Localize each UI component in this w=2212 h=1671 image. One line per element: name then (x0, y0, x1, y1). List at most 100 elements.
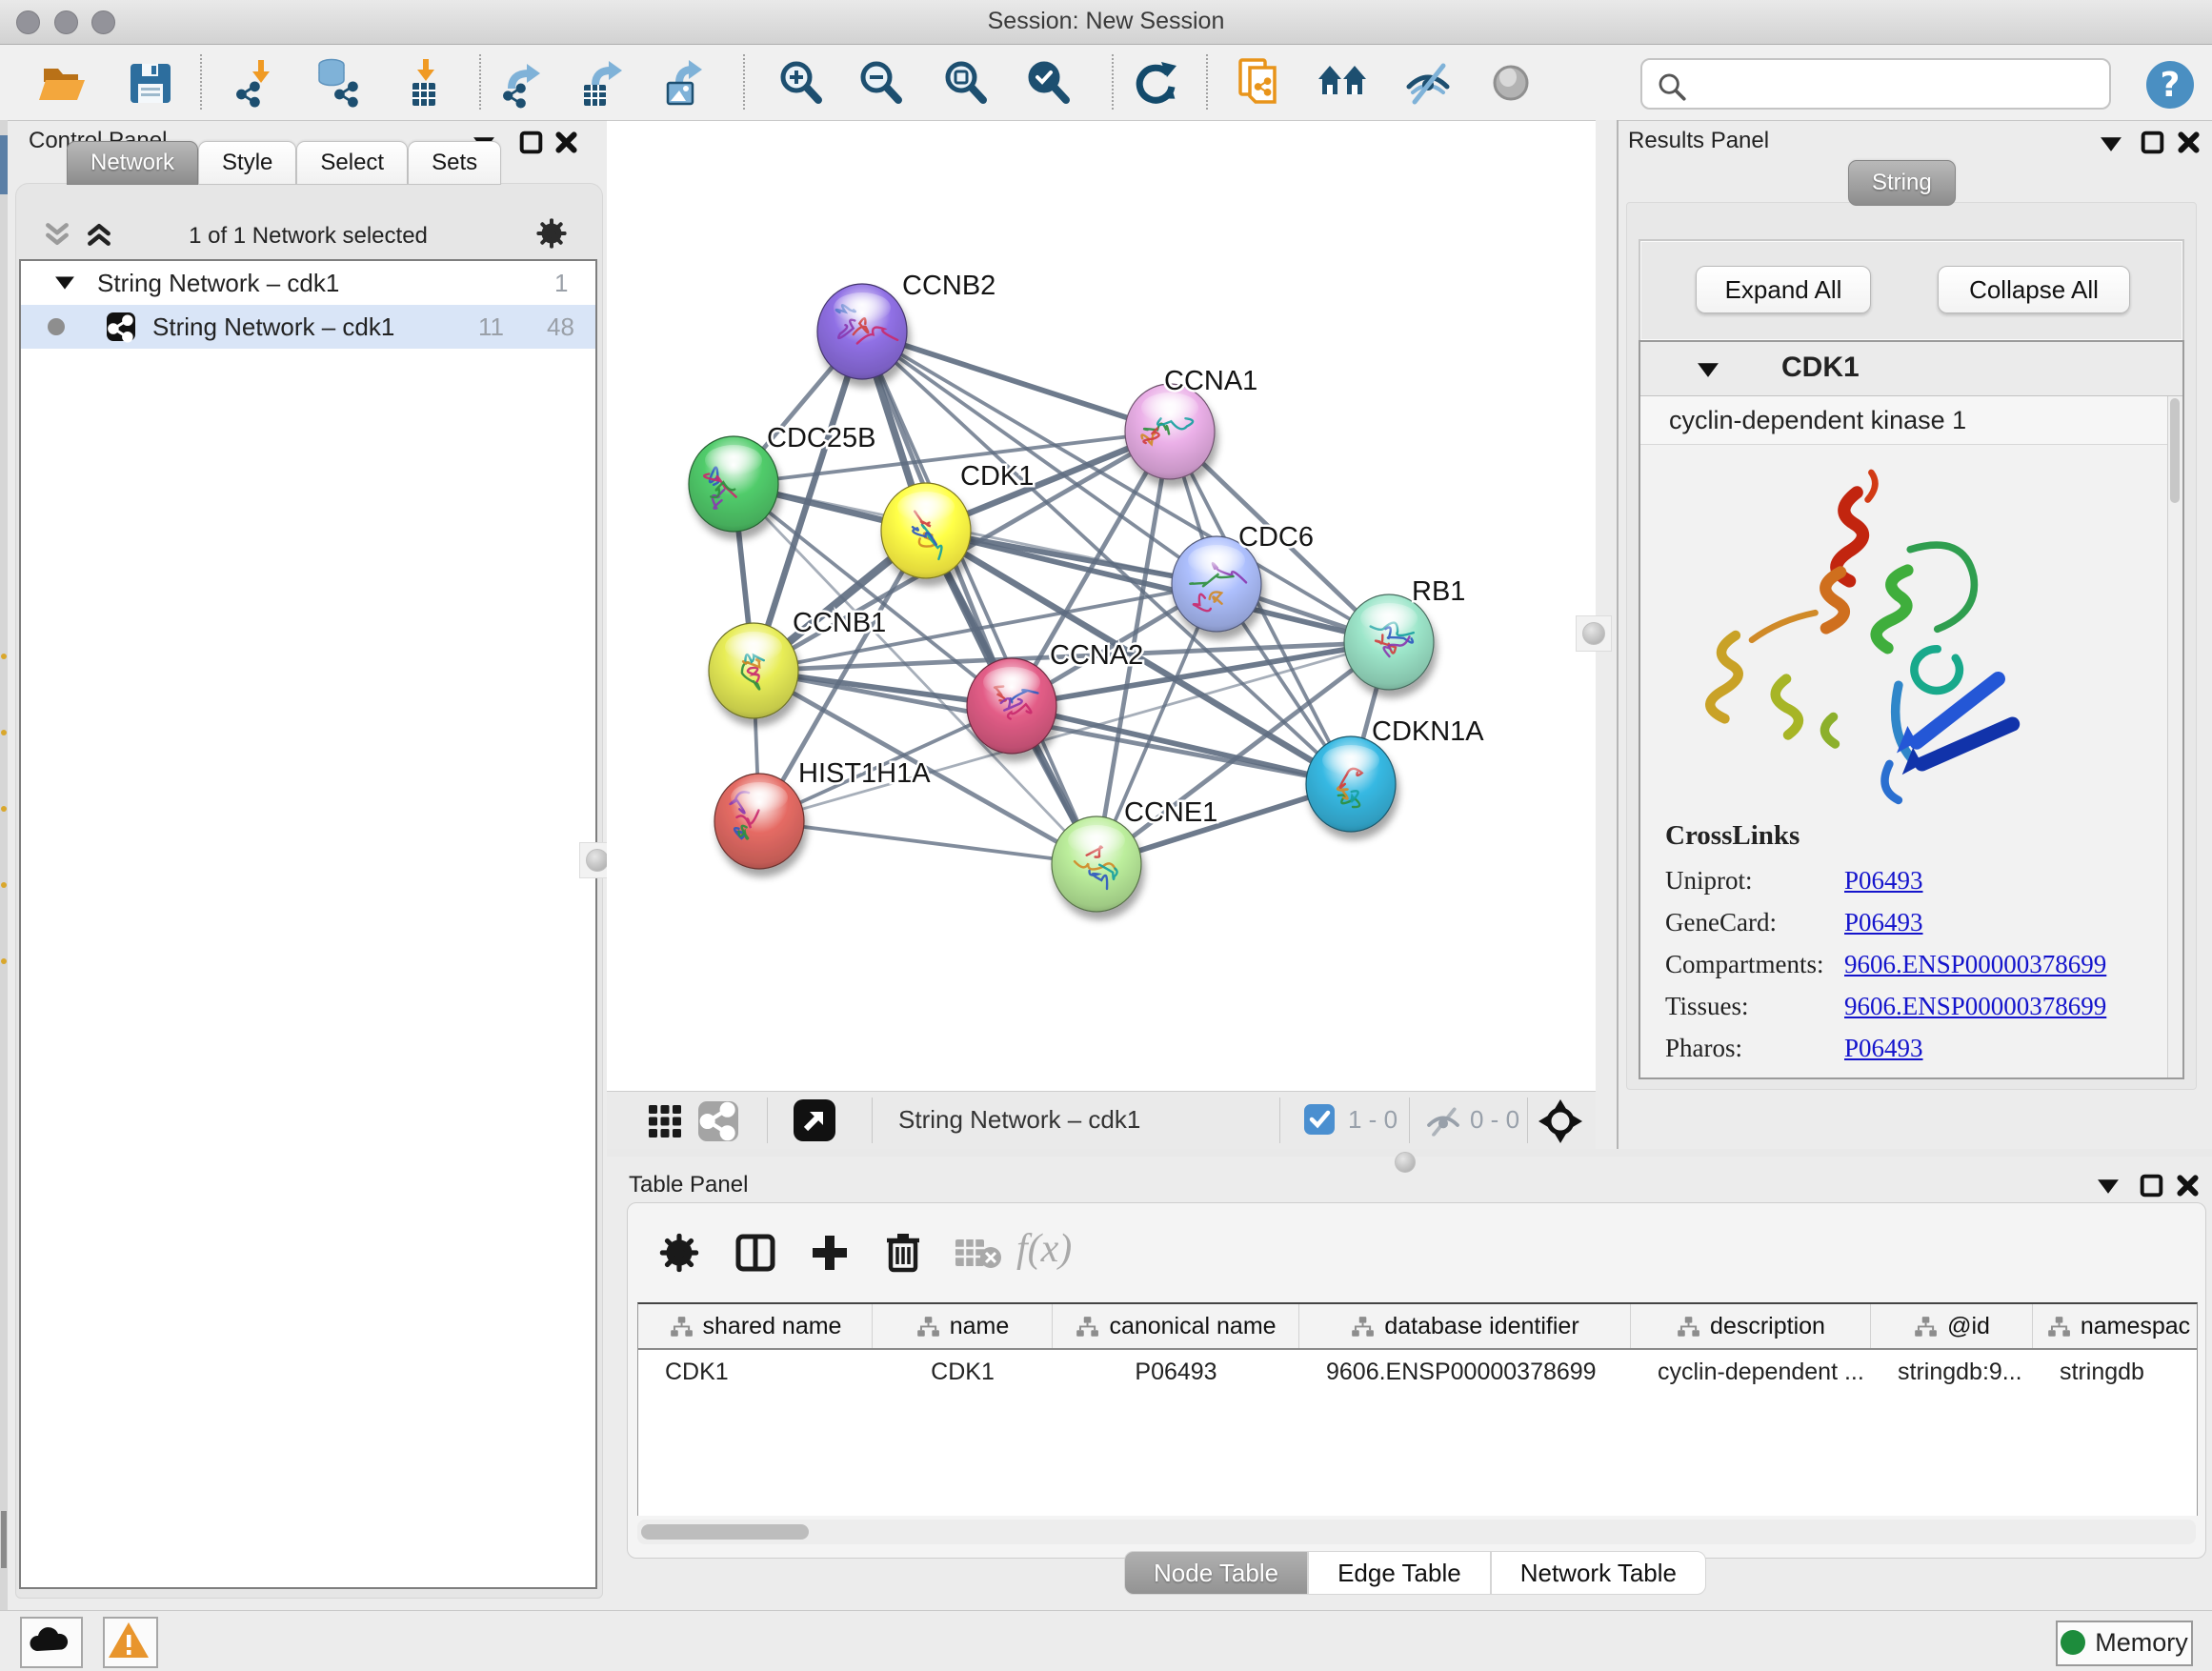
column-header[interactable]: database identifier (1299, 1304, 1631, 1348)
zoom-selected-button[interactable] (1021, 56, 1075, 110)
node-label: CCNB1 (793, 608, 886, 638)
table-cell[interactable]: stringdb (2033, 1350, 2198, 1394)
selected-checkbox-icon[interactable] (1304, 1104, 1335, 1135)
tree-expander-icon[interactable] (55, 276, 74, 290)
panel-float-icon[interactable] (2141, 131, 2164, 154)
panel-close-icon[interactable] (2176, 1174, 2200, 1198)
crosslink-link[interactable]: 9606.ENSP00000378699 (1844, 950, 2106, 978)
right-splitter-handle[interactable] (1576, 615, 1612, 652)
crosslink-link[interactable]: P06493 (1844, 908, 1923, 936)
graph-node-hist1h1a[interactable]: HIST1H1A (714, 758, 931, 869)
crosslink-link[interactable]: 9606.ENSP00000378699 (1844, 992, 2106, 1020)
network-state-dot (48, 318, 65, 335)
column-header[interactable]: namespac (2033, 1304, 2198, 1348)
table-cell[interactable]: CDK1 (638, 1350, 873, 1394)
node-label: RB1 (1412, 576, 1465, 607)
clone-network-button[interactable] (1233, 56, 1286, 110)
birds-eye-crosshair-icon[interactable] (1538, 1099, 1582, 1143)
import-network-button[interactable] (231, 56, 285, 110)
tab-node-table[interactable]: Node Table (1124, 1551, 1308, 1595)
delete-column-trash-icon[interactable] (881, 1230, 925, 1274)
zoom-out-button[interactable] (854, 56, 907, 110)
help-button[interactable]: ? (2143, 58, 2197, 111)
add-column-icon[interactable] (809, 1232, 851, 1274)
open-session-button[interactable] (37, 56, 90, 110)
crosslink-link[interactable]: P06493 (1844, 866, 1923, 895)
protein-section-header[interactable]: CDK1 (1640, 342, 2182, 396)
zoom-in-button[interactable] (774, 56, 827, 110)
table-cell[interactable]: cyclin-dependent ... (1631, 1350, 1871, 1394)
column-header[interactable]: canonical name (1053, 1304, 1299, 1348)
table-horizontal-scrollbar[interactable] (637, 1520, 2196, 1544)
network-canvas[interactable]: CCNB2CCNA1CDC25BCDK1CDC6RB1CCNB1CCNA2CDK… (607, 120, 1596, 1092)
network-row[interactable]: String Network – cdk1 11 48 (21, 305, 595, 349)
memory-button[interactable]: Memory (2056, 1621, 2193, 1666)
export-network-button[interactable] (498, 56, 552, 110)
tab-network[interactable]: Network (67, 141, 198, 185)
panel-collapse-icon[interactable] (2098, 1179, 2119, 1194)
network-view-icon[interactable] (698, 1101, 738, 1141)
column-type-icon (1913, 1315, 1938, 1339)
tab-network-table[interactable]: Network Table (1491, 1551, 1706, 1595)
graph-node-cdc6[interactable]: CDC6 (1172, 522, 1314, 632)
collapse-all-button[interactable]: Collapse All (1938, 266, 2130, 313)
open-in-window-icon[interactable] (794, 1099, 835, 1141)
application-window: Session: New Session (0, 0, 2212, 1671)
graph-node-cdkn1a[interactable]: CDKN1A (1306, 716, 1484, 832)
column-header[interactable]: description (1631, 1304, 1871, 1348)
export-table-button[interactable] (578, 56, 632, 110)
table-cell[interactable]: 9606.ENSP00000378699 (1299, 1350, 1631, 1394)
expand-all-button[interactable]: Expand All (1696, 266, 1871, 313)
cloud-status-button[interactable] (20, 1617, 83, 1668)
refresh-layout-button[interactable] (1129, 56, 1182, 110)
grid-view-icon[interactable] (647, 1103, 683, 1139)
warnings-button[interactable] (103, 1617, 158, 1668)
import-network-from-database-button[interactable] (311, 56, 364, 110)
table-tabs: Node TableEdge TableNetwork Table (1124, 1551, 1706, 1595)
panel-collapse-icon[interactable] (2101, 137, 2122, 151)
table-cell[interactable]: CDK1 (873, 1350, 1053, 1394)
save-session-button[interactable] (124, 56, 177, 110)
graph-node-cdk1[interactable]: CDK1 (881, 461, 1034, 578)
panel-close-icon[interactable] (554, 131, 578, 154)
string-results-container: Expand All Collapse All CDK1 cyclin-depe… (1626, 202, 2197, 1090)
zoom-fit-button[interactable] (938, 56, 992, 110)
crosslink-row: Tissues:9606.ENSP00000378699 (1665, 992, 2106, 1034)
show-columns-icon[interactable] (734, 1232, 776, 1274)
graph-node-ccnb1[interactable]: CCNB1 (709, 608, 886, 718)
tab-sets[interactable]: Sets (408, 141, 501, 185)
crosslink-link[interactable]: P06493 (1844, 1034, 1923, 1062)
table-panel: Table Panel f(x) shared namenam (619, 1157, 2212, 1604)
graph-node-rb1[interactable]: RB1 (1344, 576, 1465, 690)
hide-selected-button[interactable] (1401, 56, 1455, 110)
panel-float-icon[interactable] (519, 131, 543, 154)
network-collection-row[interactable]: String Network – cdk1 1 (21, 261, 595, 305)
export-image-button[interactable] (660, 56, 714, 110)
show-all-button[interactable] (1484, 56, 1538, 110)
column-header[interactable]: name (873, 1304, 1053, 1348)
results-scrollbar[interactable] (2167, 396, 2182, 1077)
network-options-gear-icon[interactable] (535, 217, 568, 250)
table-options-gear-icon[interactable] (658, 1232, 700, 1274)
graph-node-ccna1[interactable]: CCNA1 (1125, 366, 1257, 479)
toolbar-separator (1112, 54, 1114, 110)
warning-icon (105, 1619, 152, 1662)
search-input[interactable] (1698, 64, 2092, 102)
section-expander-icon[interactable] (1698, 363, 1719, 377)
panel-float-icon[interactable] (2140, 1174, 2163, 1198)
column-header[interactable]: @id (1871, 1304, 2033, 1348)
column-type-icon (1676, 1315, 1700, 1339)
column-header[interactable]: shared name (638, 1304, 873, 1348)
table-cell[interactable]: P06493 (1053, 1350, 1299, 1394)
first-neighbors-button[interactable] (1317, 56, 1370, 110)
import-table-button[interactable] (396, 56, 450, 110)
crosslink-label: Pharos: (1665, 1034, 1844, 1063)
tab-string[interactable]: String (1848, 160, 1956, 206)
panel-close-icon[interactable] (2177, 131, 2201, 154)
results-panel: Results Panel Expand All Collapse All CD… (1617, 120, 2212, 1157)
table-row[interactable]: CDK1CDK1P064939606.ENSP00000378699cyclin… (638, 1350, 2197, 1394)
tab-edge-table[interactable]: Edge Table (1308, 1551, 1491, 1595)
table-cell[interactable]: stringdb:9... (1871, 1350, 2033, 1394)
tab-style[interactable]: Style (198, 141, 296, 185)
tab-select[interactable]: Select (296, 141, 408, 185)
